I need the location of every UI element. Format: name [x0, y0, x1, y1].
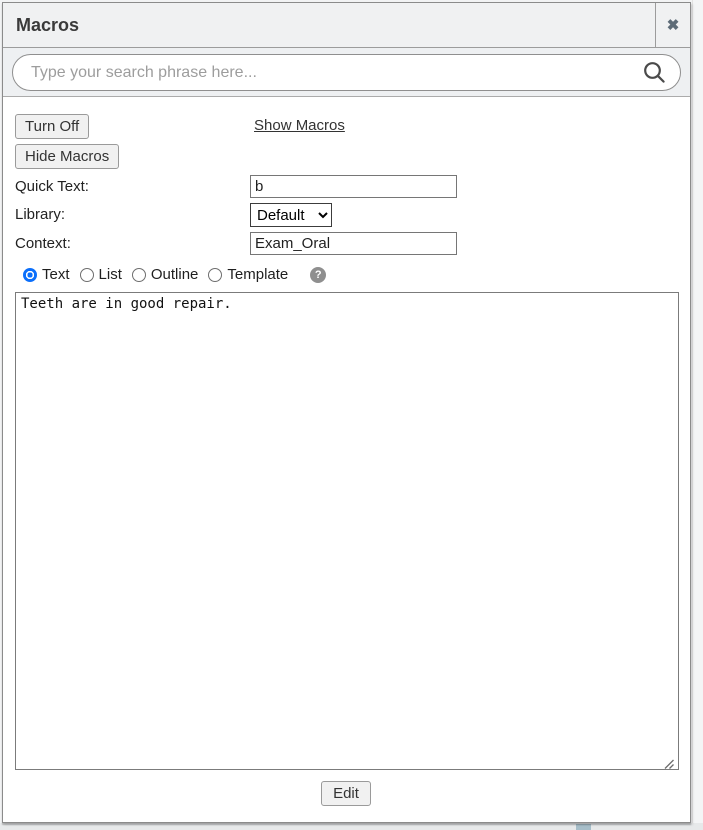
- edit-button[interactable]: Edit: [321, 781, 371, 806]
- radio-template-circle[interactable]: [208, 268, 222, 282]
- macros-dialog: Macros ✖ Turn Off Show Macros Hide Macro…: [2, 2, 691, 823]
- macro-content-textarea[interactable]: Teeth are in good repair.: [15, 292, 679, 770]
- radio-outline-circle[interactable]: [132, 268, 146, 282]
- underlying-page-bottom-edge: [0, 823, 703, 830]
- close-button[interactable]: ✖: [655, 3, 690, 47]
- underlying-page-scrollbar-thumb: [576, 824, 591, 830]
- radio-option-outline[interactable]: Outline: [132, 266, 199, 283]
- quick-text-input[interactable]: [250, 175, 457, 198]
- macro-editor-wrap: Teeth are in good repair.: [15, 292, 677, 770]
- show-macros-link[interactable]: Show Macros: [254, 117, 345, 134]
- hide-macros-row: Hide Macros: [15, 144, 677, 169]
- search-icon[interactable]: [643, 61, 666, 84]
- library-select[interactable]: Default: [250, 203, 332, 227]
- context-input[interactable]: [250, 232, 457, 255]
- search-section: [3, 48, 690, 97]
- macro-type-radio-row: Text List Outline Template ?: [15, 266, 677, 283]
- radio-list-label: List: [99, 266, 122, 283]
- macro-toggle-row: Turn Off Show Macros: [15, 114, 677, 139]
- dialog-footer: Edit: [15, 781, 677, 806]
- radio-outline-label: Outline: [151, 266, 199, 283]
- dialog-titlebar: Macros ✖: [3, 3, 690, 48]
- dialog-body: Turn Off Show Macros Hide Macros Quick T…: [3, 114, 690, 806]
- context-row: Context:: [15, 232, 677, 255]
- radio-list-circle[interactable]: [80, 268, 94, 282]
- library-row: Library: Default: [15, 203, 677, 227]
- radio-option-template[interactable]: Template: [208, 266, 288, 283]
- underlying-page-right-edge: [692, 0, 703, 830]
- search-pill: [12, 54, 681, 91]
- turn-off-button[interactable]: Turn Off: [15, 114, 89, 139]
- radio-option-list[interactable]: List: [80, 266, 122, 283]
- help-icon[interactable]: ?: [310, 267, 326, 283]
- hide-macros-button[interactable]: Hide Macros: [15, 144, 119, 169]
- radio-template-label: Template: [227, 266, 288, 283]
- close-icon: ✖: [667, 18, 680, 33]
- quick-text-label: Quick Text:: [15, 175, 250, 195]
- radio-option-text[interactable]: Text: [23, 266, 70, 283]
- library-label: Library:: [15, 203, 250, 223]
- quick-text-row: Quick Text:: [15, 175, 677, 198]
- radio-text-label: Text: [42, 266, 70, 283]
- search-input[interactable]: [31, 64, 635, 82]
- radio-text-circle[interactable]: [23, 268, 37, 282]
- dialog-title: Macros: [3, 3, 655, 47]
- context-label: Context:: [15, 232, 250, 252]
